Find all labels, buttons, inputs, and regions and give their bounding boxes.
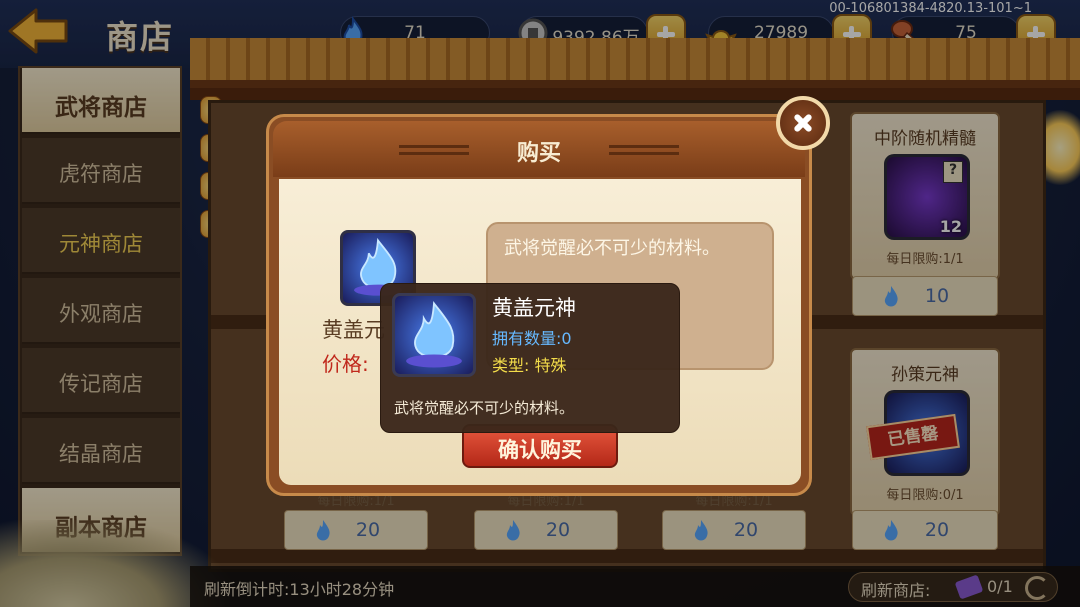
dialog-item-name: 黄盖元 — [322, 318, 385, 342]
game-scene: 商店 71 9392.86万 27989 75 00-106801384-482… — [0, 0, 1080, 607]
dialog-header: 购买 — [273, 121, 805, 177]
dialog-description: 武将觉醒必不可少的材料。 — [504, 238, 720, 259]
tooltip-item-name: 黄盖元神 — [492, 296, 576, 320]
scroll-ornament-icon — [609, 145, 679, 155]
tooltip-owned-count: 拥有数量:0 — [492, 329, 572, 348]
spirit-item-icon — [392, 293, 476, 377]
close-button[interactable] — [776, 96, 830, 150]
tooltip-item-type: 类型: 特殊 — [492, 356, 567, 375]
dialog-price-label: 价格: — [322, 352, 369, 376]
dialog-title: 购买 — [516, 141, 561, 166]
confirm-purchase-label: 确认购买 — [498, 438, 582, 462]
blue-flame-icon — [406, 300, 462, 368]
tooltip-description: 武将觉醒必不可少的材料。 — [394, 399, 575, 417]
